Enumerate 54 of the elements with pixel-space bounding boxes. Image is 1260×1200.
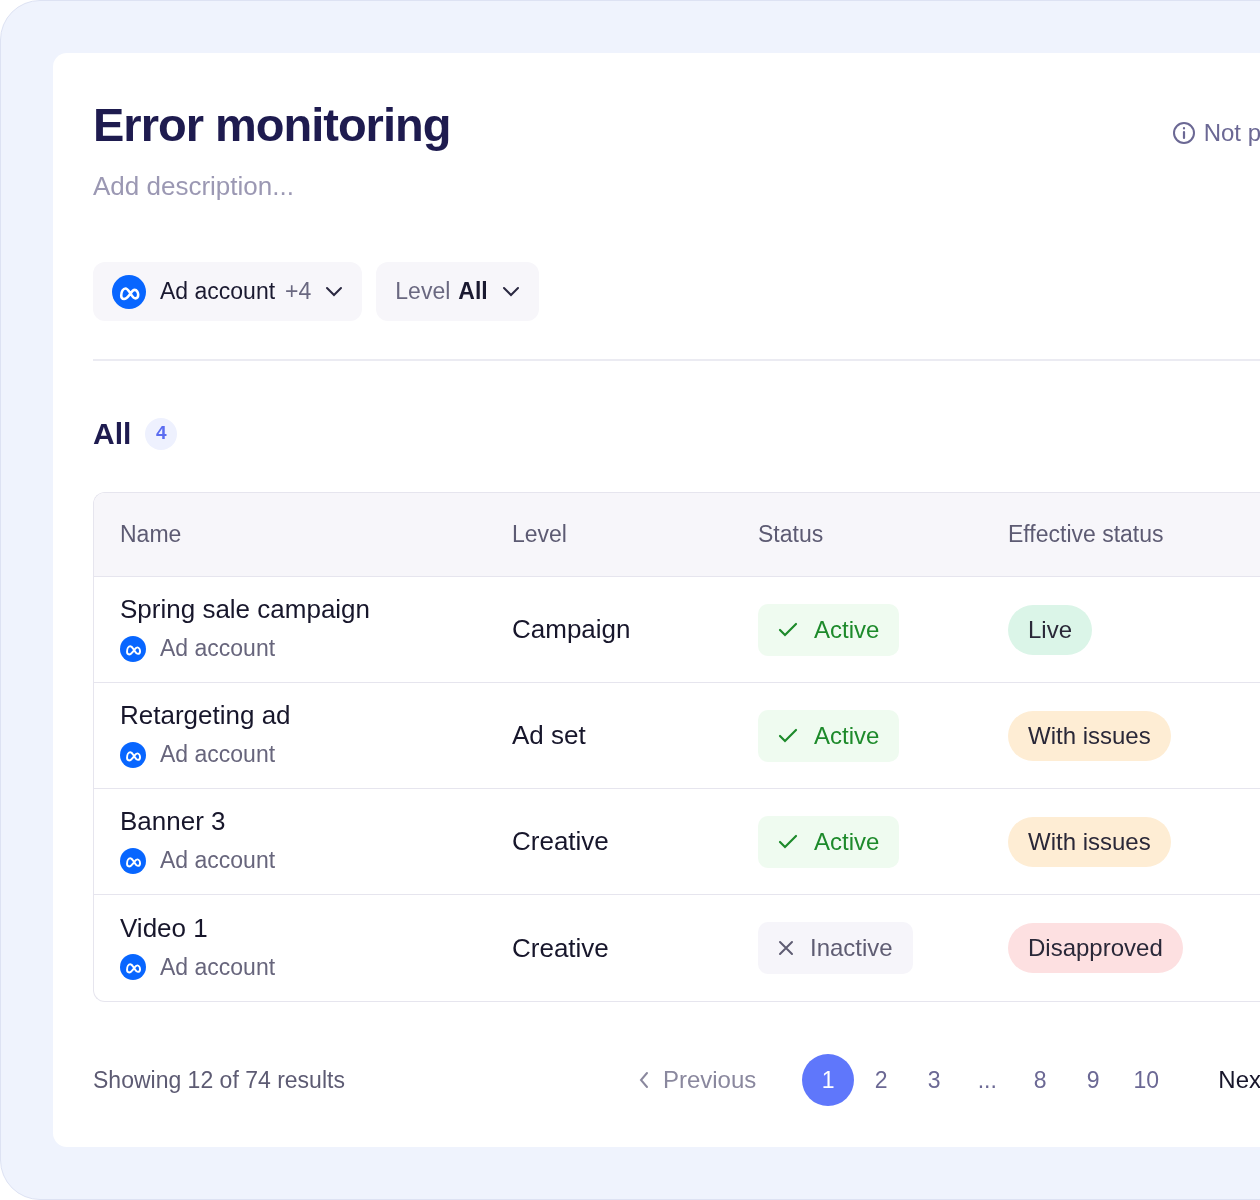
- effective-status-badge: Live: [1008, 604, 1093, 655]
- column-header: Level: [512, 521, 567, 548]
- status-badge: Inactive: [758, 922, 913, 974]
- status-badge: Active: [758, 709, 900, 762]
- account-label: Ad account: [160, 846, 276, 876]
- account-label: Ad account: [160, 634, 276, 664]
- results-summary: Showing 12 of 74 results: [93, 1065, 345, 1095]
- notice-text: Not p: [1203, 118, 1260, 148]
- column-header: Name: [120, 521, 182, 548]
- check-icon: [778, 833, 798, 850]
- account-label: Ad account: [160, 740, 276, 770]
- table-cell: Campaign: [512, 614, 631, 644]
- item-name: Video 1: [120, 911, 209, 944]
- chevron-left-icon: [638, 1071, 649, 1089]
- column-header: Effective status: [1008, 521, 1164, 548]
- table-cell: Creative: [512, 826, 609, 856]
- page-button[interactable]: ...: [961, 1054, 1014, 1106]
- page-title: Error monitoring: [93, 97, 452, 153]
- table-cell: Ad set: [512, 720, 586, 750]
- page-button[interactable]: 9: [1067, 1054, 1120, 1106]
- account-filter-dropdown[interactable]: Ad account +4: [93, 262, 363, 321]
- close-icon: [778, 940, 794, 956]
- item-name: Banner 3: [120, 805, 227, 838]
- page-button[interactable]: 10: [1120, 1054, 1173, 1106]
- infinity-logo-icon: [112, 274, 146, 309]
- level-filter-dropdown[interactable]: Level All: [376, 262, 539, 321]
- effective-status-badge: With issues: [1008, 816, 1171, 867]
- page-button[interactable]: 8: [1014, 1054, 1067, 1106]
- effective-status-badge: With issues: [1008, 710, 1171, 761]
- account-label: Ad account: [160, 952, 276, 982]
- item-name: Retargeting ad: [120, 699, 292, 732]
- infinity-logo-icon: [120, 847, 146, 874]
- page-button[interactable]: 1: [802, 1054, 855, 1106]
- item-name: Spring sale campaign: [120, 593, 372, 626]
- status-badge: Active: [758, 815, 900, 868]
- page-button[interactable]: 2: [855, 1054, 908, 1106]
- page-button[interactable]: 3: [908, 1054, 961, 1106]
- check-icon: [778, 621, 798, 638]
- description-field[interactable]: Add description...: [93, 167, 493, 206]
- status-badge: Active: [758, 603, 900, 656]
- table-cell: Creative: [512, 932, 609, 963]
- section-title: All: [93, 416, 132, 452]
- next-button[interactable]: Nex: [1218, 1062, 1260, 1098]
- column-header: Status: [758, 521, 824, 548]
- previous-button[interactable]: Previous: [638, 1062, 757, 1098]
- infinity-logo-icon: [120, 741, 146, 768]
- effective-status-badge: Disapproved: [1008, 923, 1183, 973]
- infinity-logo-icon: [120, 635, 146, 662]
- count-badge: 4: [145, 417, 178, 450]
- chevron-down-icon: [501, 285, 520, 298]
- info-icon: [1171, 121, 1196, 145]
- chevron-down-icon: [325, 285, 344, 298]
- infinity-logo-icon: [120, 954, 146, 980]
- check-icon: [778, 727, 798, 744]
